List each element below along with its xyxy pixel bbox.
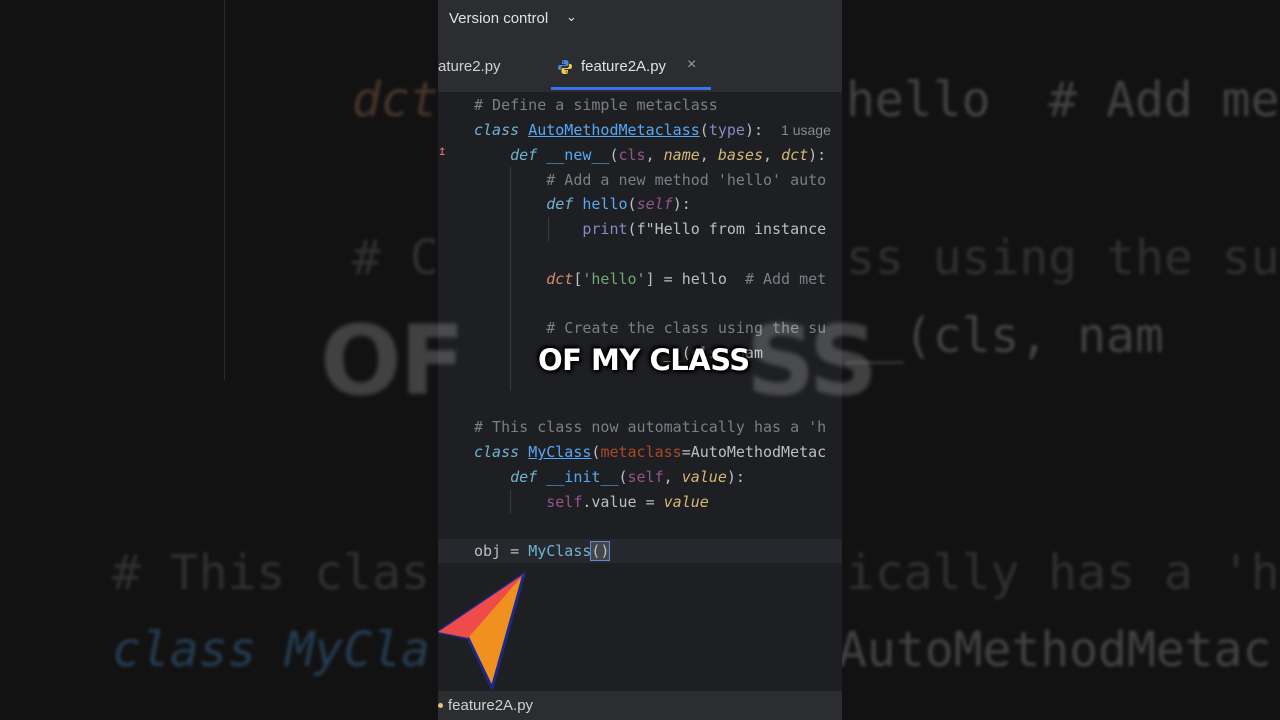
keyword: def <box>510 146 538 164</box>
bg-line-automatically: ically has a 'h <box>846 545 1280 601</box>
tab-feature2a-label: feature2A.py <box>581 58 667 75</box>
variable: obj <box>474 542 502 560</box>
code-line-10: # This class now automatically has a 'h <box>474 415 826 439</box>
comment: # This class now automatically has a 'h <box>474 418 827 436</box>
text-cursor[interactable]: () <box>590 541 611 561</box>
string: 'hello' <box>582 270 646 288</box>
code-line-3: def __new__(cls, name, bases, dct): <box>510 146 827 164</box>
param: value <box>681 468 727 486</box>
bg-line-comment-c: # C <box>352 230 439 286</box>
bg-line-comment-class: ss using the su <box>846 230 1280 286</box>
code-line-13: self.value = value <box>546 493 709 511</box>
class-name[interactable]: AutoMethodMetaclass <box>528 121 700 139</box>
comment: # Define a simple metaclass <box>474 96 718 114</box>
code-line-6: print(f"Hello from instance <box>582 220 827 238</box>
keyword: class <box>474 121 520 139</box>
comment: # Add a new method 'hello' auto <box>546 171 827 189</box>
identifier: hello <box>681 270 727 288</box>
bg-line-new-call: __(cls, nam <box>846 308 1164 364</box>
attribute: value <box>591 493 637 511</box>
param: self <box>627 468 664 486</box>
close-icon[interactable]: × <box>687 56 696 74</box>
bg-line-class-myclass: class MyCla <box>112 622 430 678</box>
background-divider <box>224 0 225 380</box>
param: dct <box>781 146 809 164</box>
bg-line-metac: AutoMethodMetac <box>838 622 1272 678</box>
keyword: def <box>510 468 538 486</box>
status-dot-icon <box>438 703 443 708</box>
builtin-print: print <box>582 220 628 238</box>
variable: dct <box>546 270 574 288</box>
keyword: def <box>546 195 574 213</box>
override-marker-icon[interactable]: ↥ <box>438 143 446 159</box>
function-name: hello <box>582 195 628 213</box>
function-name: __init__ <box>546 468 619 486</box>
code-line-12: def __init__(self, value): <box>510 468 745 486</box>
self: self <box>546 493 583 511</box>
class-name[interactable]: MyClass <box>528 443 591 461</box>
param: value <box>663 493 709 511</box>
code-line-2: class AutoMethodMetaclass(type): 1 usage <box>474 121 831 139</box>
bg-line-dct: dct <box>352 72 439 128</box>
tab-feature2a[interactable]: feature2A.py × <box>551 42 712 90</box>
code-line-4: # Add a new method 'hello' auto <box>474 168 826 192</box>
builtin: type <box>708 121 745 139</box>
param: self <box>636 195 673 213</box>
comment: # Add met <box>744 270 827 288</box>
code-line-14: obj = MyClass() <box>474 541 611 561</box>
caption-subtitle: OF MY CLASS <box>538 343 750 377</box>
code-line-5: def hello(self): <box>546 195 691 213</box>
status-bar: feature2A.py <box>438 690 842 720</box>
bg-line-this-class: # This clas <box>112 545 430 601</box>
string: f"Hello from instance <box>636 220 827 238</box>
python-file-icon <box>558 60 572 74</box>
identifier: AutoMethodMetac <box>690 443 827 461</box>
bg-line-hello: hello # Add met <box>846 72 1280 128</box>
tab-feature2[interactable]: ature2.py <box>438 58 501 75</box>
status-file-name[interactable]: feature2A.py <box>448 697 533 714</box>
chevron-down-icon[interactable]: ⌄ <box>566 9 577 25</box>
param: bases <box>717 146 763 164</box>
class-call: MyClass <box>528 542 592 560</box>
code-line-1: # Define a simple metaclass <box>474 93 718 117</box>
param: name <box>663 146 700 164</box>
version-control-bar: Version control ⌄ <box>438 0 842 40</box>
code-line-7: dct['hello'] = hello # Add met <box>546 270 827 288</box>
keyword: class <box>474 443 520 461</box>
function-name: __new__ <box>546 146 610 164</box>
pointer-cursor-icon <box>438 572 526 690</box>
kwarg: metaclass <box>600 443 682 461</box>
param: cls <box>618 146 646 164</box>
editor-tabs: ature2.py feature2A.py × <box>438 42 842 93</box>
active-tab-indicator <box>551 87 711 90</box>
usage-hint[interactable]: 1 usage <box>781 122 831 138</box>
code-line-11: class MyClass(metaclass=AutoMethodMetac <box>474 443 827 461</box>
version-control-menu[interactable]: Version control <box>449 10 548 27</box>
